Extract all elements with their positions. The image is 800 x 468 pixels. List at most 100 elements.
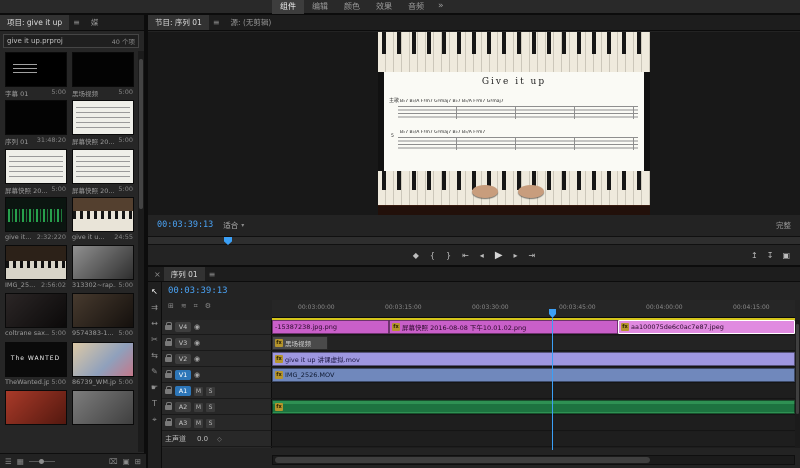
ripple-edit-tool[interactable]: ↔ [151,319,158,328]
list-view-button[interactable]: ☰ [5,457,12,466]
panel-menu-icon[interactable]: ≡ [205,267,220,281]
timeline-clip[interactable]: fx [272,400,795,414]
lock-icon[interactable] [165,373,172,378]
track-lanes[interactable]: -15387238.jpg.png fx 屏幕快照 2016-08-08 下午1… [272,320,795,448]
timeline-clip[interactable]: fx give it up 讲课虚拟.mov [272,352,795,366]
tab-program-monitor[interactable]: 节目: 序列 01 [148,15,209,30]
lane-a1[interactable] [272,384,795,399]
slip-tool[interactable]: ⇆ [151,351,158,360]
hscrollbar-thumb[interactable] [275,457,650,463]
eye-icon[interactable]: ◉ [194,355,200,363]
timeline-settings-icon[interactable]: ⚙ [205,302,211,311]
project-item[interactable]: 序列 0131:48:20 [2,99,69,147]
extract-button[interactable]: ↧ [767,251,774,260]
track-target-v1[interactable]: V1 [175,370,191,380]
lane-v1[interactable]: fx IMG_2526.MOV [272,368,795,383]
project-scrollbar-thumb[interactable] [139,59,143,209]
project-item[interactable]: give it u...24:55 [69,196,136,244]
program-scrubber[interactable] [148,236,800,245]
timeline-clip[interactable]: -15387238.jpg.png [272,320,389,334]
close-icon[interactable]: × [151,267,164,281]
project-item[interactable]: 屏幕快照 20...5:00 [69,99,136,147]
pen-tool[interactable]: ✎ [151,367,158,376]
snap-icon[interactable]: ≋ [181,302,187,311]
timeline-clip-selected[interactable]: fx aa100075de6c0ac7e87.jpeg [618,320,795,334]
eye-icon[interactable]: ◉ [194,371,200,379]
lock-icon[interactable] [165,389,172,394]
project-item[interactable]: 86739_WM.jpg5:00 [69,341,136,389]
new-item-button[interactable]: ⊞ [135,457,141,466]
selection-tool[interactable]: ↖ [151,287,158,296]
solo-button[interactable]: S [206,403,215,412]
track-target-v2[interactable]: V2 [175,354,191,364]
step-back-button[interactable]: ◂ [480,251,484,260]
workspace-tab-audio[interactable]: 音频 [400,0,432,14]
master-volume-value[interactable]: 0.0 [197,435,208,443]
timeline-vscrollbar[interactable] [795,320,800,448]
panel-menu-icon[interactable]: ≡ [209,15,224,30]
find-button[interactable]: ⌧ [109,457,118,466]
project-item[interactable]: 9574383-1...5:00 [69,292,136,340]
nest-toggle-icon[interactable]: ⊞ [168,302,174,311]
timeline-hscrollbar[interactable] [272,455,795,465]
timeline-playhead[interactable] [552,318,553,450]
linked-selection-icon[interactable]: ⌗ [194,302,198,311]
lift-button[interactable]: ↥ [751,251,758,260]
scrubber-playhead[interactable] [224,237,232,245]
type-tool[interactable]: T [152,399,157,408]
project-item[interactable]: 屏幕快照 20...5:00 [69,148,136,196]
track-target-v4[interactable]: V4 [175,322,191,332]
track-target-a2[interactable]: A2 [175,402,191,412]
project-item[interactable]: 313302~rap...5:00 [69,244,136,292]
solo-button[interactable]: S [206,387,215,396]
project-scrollbar[interactable] [138,51,144,452]
thumbnail-zoom-slider[interactable] [29,461,55,462]
project-item[interactable] [69,389,136,437]
lock-icon[interactable] [165,341,172,346]
panel-menu-icon[interactable]: ≡ [69,15,84,30]
lane-v2[interactable]: fx give it up 讲课虚拟.mov [272,352,795,367]
step-forward-button[interactable]: ▸ [514,251,518,260]
project-item[interactable]: IMG_25...2:56:02 [2,244,69,292]
playback-resolution-select[interactable]: 完整 [776,220,791,231]
lock-icon[interactable] [165,405,172,410]
export-frame-button[interactable]: ▣ [782,251,790,260]
lock-icon[interactable] [165,421,172,426]
vscrollbar-thumb[interactable] [796,324,799,414]
solo-button[interactable]: S [206,419,215,428]
eye-icon[interactable]: ◉ [194,339,200,347]
mark-in-button[interactable]: { [430,251,435,260]
razor-tool[interactable]: ✂ [151,335,158,344]
project-item[interactable]: 屏幕快照 20...5:00 [2,148,69,196]
tab-timeline-sequence[interactable]: 序列 01 [164,267,205,281]
zoom-tool[interactable]: ⌖ [152,415,157,425]
track-target-a3[interactable]: A3 [175,418,191,428]
workspace-overflow-button[interactable]: » [432,0,450,14]
lock-icon[interactable] [165,325,172,330]
mute-button[interactable]: M [194,419,203,428]
project-item[interactable]: coltrane sax...5:00 [2,292,69,340]
play-button[interactable]: ▶ [495,250,503,261]
track-target-a1[interactable]: A1 [175,386,191,396]
go-to-in-button[interactable]: ⇤ [462,251,469,260]
project-item[interactable]: 字幕 015:00 [2,51,69,99]
lane-a3[interactable] [272,416,795,431]
project-file-row[interactable]: give it up.prproj 40 个项 [3,34,139,48]
project-item[interactable]: The WANTED TheWanted.jpg5:00 [2,341,69,389]
workspace-tab-effects[interactable]: 效果 [368,0,400,14]
track-target-v3[interactable]: V3 [175,338,191,348]
new-bin-button[interactable]: ▣ [123,457,130,466]
lane-a2[interactable]: fx [272,400,795,415]
timeline-ruler[interactable]: 00:03:00:00 00:03:15:00 00:03:30:00 00:0… [272,300,795,318]
project-item[interactable]: give it...2:32:220 [2,196,69,244]
keyframe-nav-icon[interactable]: ◇ [217,436,222,443]
program-timecode[interactable]: 00:03:39:13 [157,220,213,230]
tab-source-monitor[interactable]: 源: (无剪辑) [224,15,279,30]
timeline-clip[interactable]: fx 屏幕快照 2016-08-08 下午10.01.02.png [389,320,618,334]
hand-tool[interactable]: ☛ [151,383,158,392]
mute-button[interactable]: M [194,387,203,396]
workspace-tab-editing[interactable]: 编辑 [304,0,336,14]
workspace-tab-assembly[interactable]: 组件 [272,0,304,14]
go-to-out-button[interactable]: ⇥ [529,251,536,260]
timeline-clip[interactable]: fx IMG_2526.MOV [272,368,795,382]
